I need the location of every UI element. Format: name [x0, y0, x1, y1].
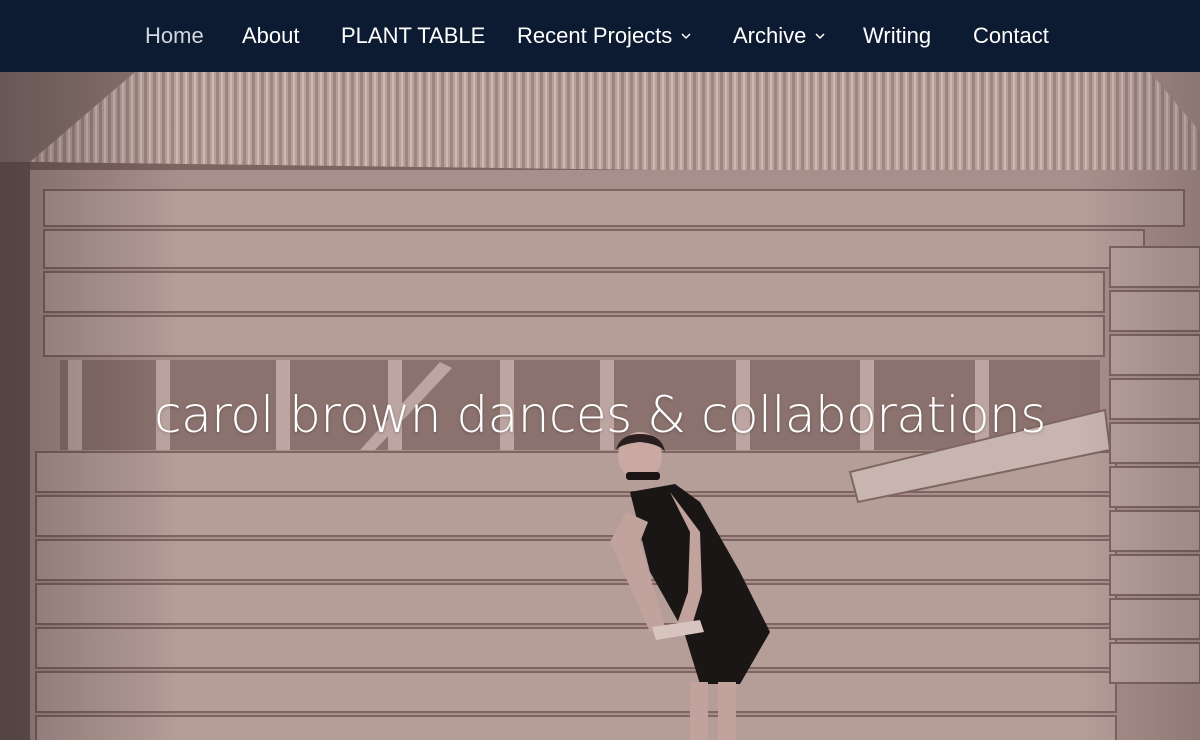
nav-item-label: PLANT TABLE: [341, 23, 486, 48]
nav-item-label: Home: [145, 23, 204, 48]
nav-item-plant-table[interactable]: PLANT TABLE: [341, 0, 485, 72]
nav-menu: Home About PLANT TABLE Recent Projects A…: [0, 0, 1200, 72]
nav-item-label: Contact: [973, 23, 1049, 48]
nav-item-label: Writing: [863, 23, 932, 48]
chevron-down-icon[interactable]: [679, 29, 693, 43]
top-navigation-bar: Home About PLANT TABLE Recent Projects A…: [0, 0, 1200, 72]
nav-item-home[interactable]: Home: [145, 0, 204, 72]
nav-item-recent-projects[interactable]: Recent Projects: [517, 0, 693, 72]
nav-item-label: About: [242, 23, 300, 48]
hero-banner: carol brown dances & collaborations: [0, 72, 1200, 740]
nav-item-label: Archive: [733, 23, 807, 48]
nav-item-archive[interactable]: Archive: [733, 0, 827, 72]
nav-item-label: Recent Projects: [517, 23, 673, 48]
nav-item-writing[interactable]: Writing: [863, 0, 931, 72]
nav-item-contact[interactable]: Contact: [973, 0, 1049, 72]
nav-item-about[interactable]: About: [242, 0, 300, 72]
hero-title: carol brown dances & collaborations: [154, 385, 1046, 444]
chevron-down-icon[interactable]: [813, 29, 827, 43]
